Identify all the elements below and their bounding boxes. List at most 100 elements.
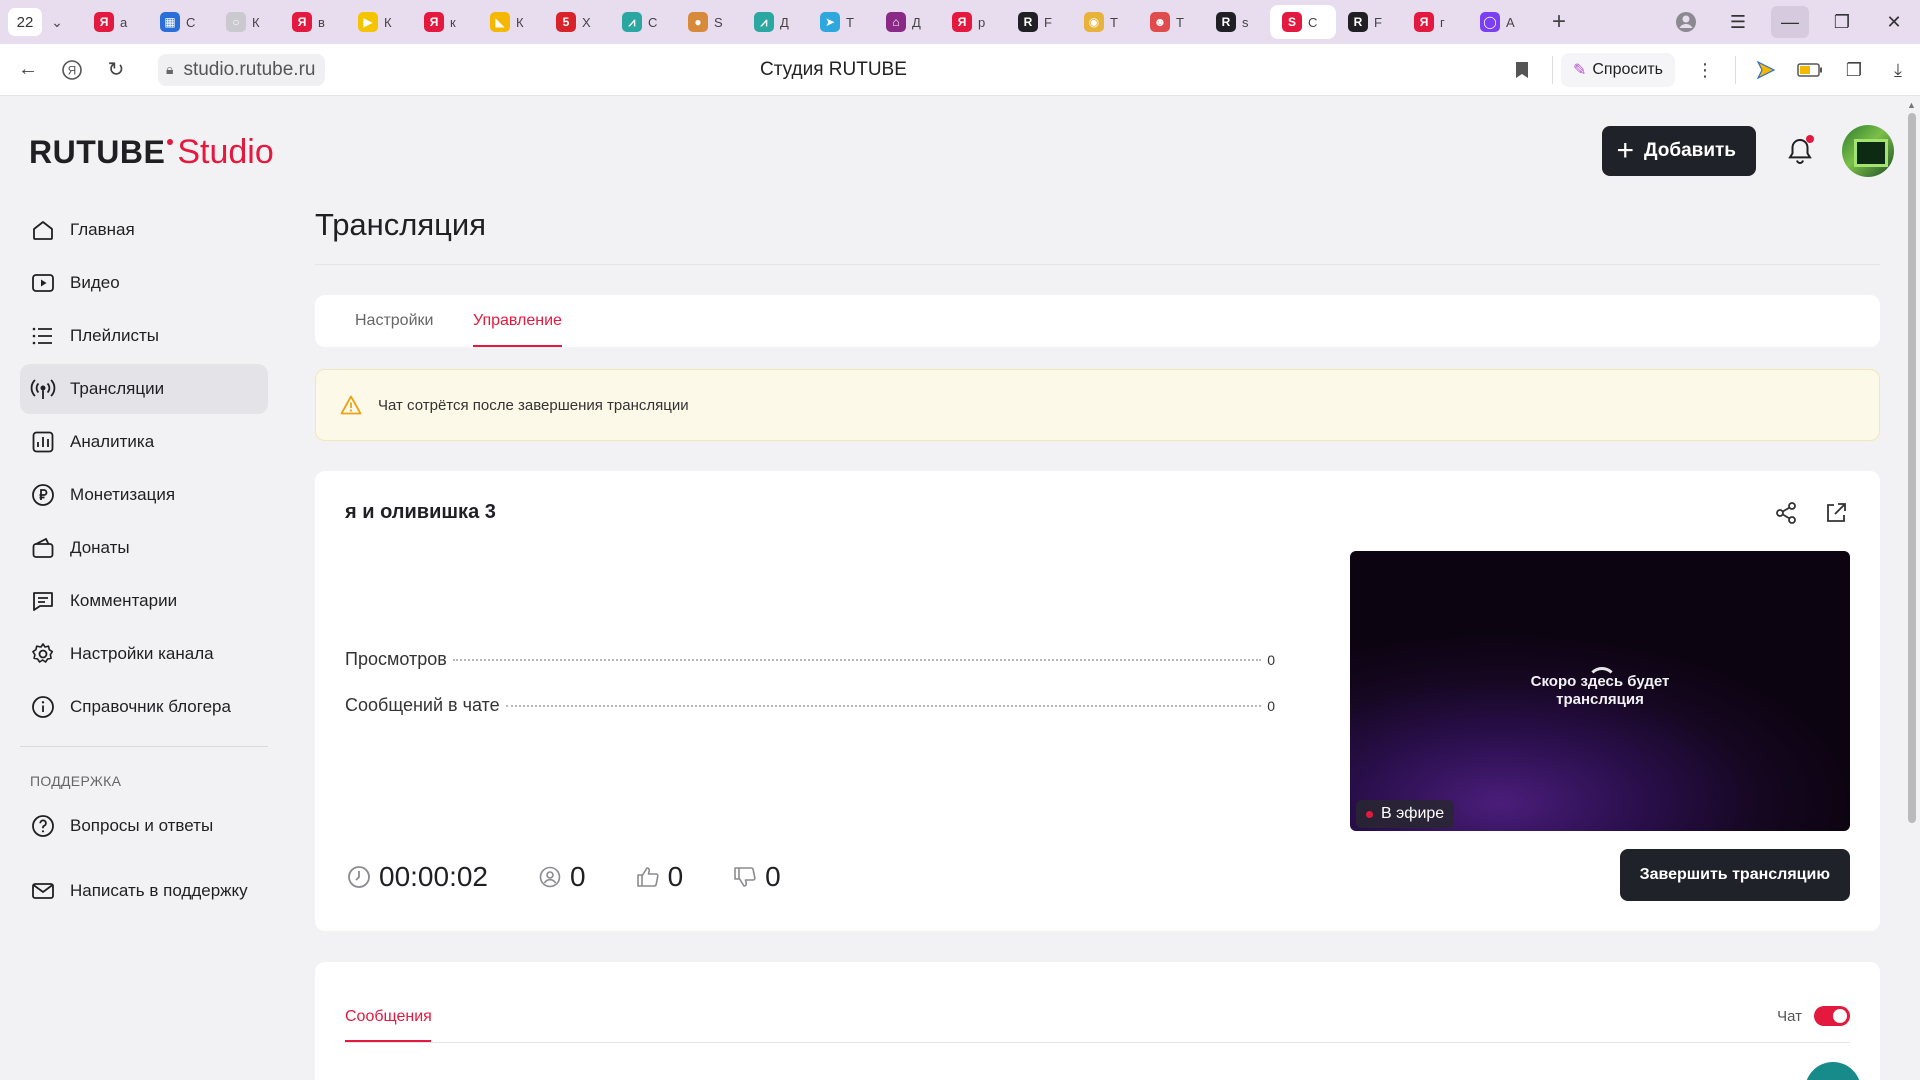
browser-tab[interactable]: ▦ С: [148, 5, 214, 39]
stream-card: я и оливишка 3 Просмотров 0 Сообщений в …: [315, 471, 1880, 931]
broadcast-icon: [30, 376, 56, 402]
sidebar-item-playlists[interactable]: Плейлисты: [20, 311, 268, 361]
browser-tabs: Яа ▦ С ○ К Яв ▶ К Як ◣ К 5 Х ⩘ С ● S ⩘ Д ➤ Т ⌂ Д Яр R F ◉ Т ☻ Т Rs S С R F…: [82, 5, 1534, 39]
tab-count-button[interactable]: 22: [8, 8, 42, 36]
browser-tab-title: S: [714, 14, 723, 30]
browser-tab[interactable]: ➤ Т: [808, 5, 874, 39]
collections-icon[interactable]: ❐: [1832, 48, 1876, 92]
scrollbar-thumb[interactable]: [1908, 113, 1916, 823]
sidebar-item-home[interactable]: Главная: [20, 205, 268, 255]
sidebar-item-blogger-guide[interactable]: Справочник блогера: [20, 682, 268, 732]
active-tab-underline: [345, 1040, 431, 1042]
duration-metric: 00:00:02: [347, 861, 488, 893]
sidebar-item-label: Написать в поддержку: [70, 881, 248, 900]
browser-tab[interactable]: ⌂ Д: [874, 5, 940, 39]
chevron-down-icon[interactable]: ⌄: [42, 8, 72, 36]
add-button-label: Добавить: [1643, 140, 1736, 161]
browser-tab[interactable]: ◉ Т: [1072, 5, 1138, 39]
send-icon[interactable]: [1744, 48, 1788, 92]
divider: [1735, 56, 1736, 84]
viewers-metric: 0: [538, 861, 586, 893]
stat-chat-messages: Сообщений в чате 0: [345, 695, 1275, 716]
stat-views: Просмотров 0: [345, 649, 1275, 670]
yandex-icon: Я: [952, 12, 972, 32]
yandex-home-icon[interactable]: Я: [50, 48, 94, 92]
back-icon[interactable]: ←: [6, 48, 50, 92]
sidebar-item-faq[interactable]: Вопросы и ответы: [20, 801, 268, 851]
new-tab-button[interactable]: +: [1542, 5, 1576, 39]
browser-tab[interactable]: 5Х: [544, 5, 610, 39]
grid-icon: ▦: [160, 12, 180, 32]
share-icon[interactable]: [1772, 499, 1800, 527]
house-icon: ⌂: [886, 12, 906, 32]
browser-tab-bar: 22 ⌄ Яа ▦ С ○ К Яв ▶ К Як ◣ К 5 Х ⩘ С ● S ⩘ Д ➤ Т ⌂ Д Яр R F ◉ Т ☻ Т R…: [0, 0, 1920, 44]
browser-tab[interactable]: ⩘ С: [610, 5, 676, 39]
mail-icon: [30, 878, 56, 904]
end-stream-button[interactable]: Завершить трансляцию: [1619, 849, 1850, 901]
browser-tab-title: F: [1374, 14, 1382, 30]
notifications-button[interactable]: [1780, 131, 1820, 171]
chat-toggle[interactable]: [1814, 1006, 1850, 1026]
open-external-icon[interactable]: [1822, 499, 1850, 527]
browser-tab[interactable]: Яг: [1402, 5, 1468, 39]
browser-tab[interactable]: ○ К: [214, 5, 280, 39]
profile-icon[interactable]: [1660, 0, 1712, 44]
browser-tab[interactable]: Як: [412, 5, 478, 39]
browser-tab[interactable]: Яв: [280, 5, 346, 39]
add-button[interactable]: + Добавить: [1602, 126, 1756, 176]
sidebar-item-label: Аналитика: [70, 432, 155, 451]
lock-icon: 🔒︎: [166, 61, 174, 77]
browser-tab[interactable]: ☻ Т: [1138, 5, 1204, 39]
play-icon: ▶: [358, 12, 378, 32]
page-scrollbar[interactable]: ▲: [1904, 97, 1920, 1080]
scroll-up-icon[interactable]: ▲: [1907, 100, 1916, 110]
rutube-studio-logo[interactable]: RUTUBE Studio: [29, 133, 274, 172]
browser-tab[interactable]: ⩘ Д: [742, 5, 808, 39]
browser-tab[interactable]: RF: [1336, 5, 1402, 39]
close-window-button[interactable]: ✕: [1868, 0, 1920, 44]
ask-button[interactable]: ✎ Спросить: [1560, 53, 1675, 87]
browser-tab-title: С: [186, 14, 196, 30]
battery-icon[interactable]: [1788, 48, 1832, 92]
sidebar-item-donations[interactable]: Донаты: [20, 523, 268, 573]
browser-tab-title: р: [978, 14, 986, 30]
browser-tab[interactable]: Яр: [940, 5, 1006, 39]
browser-tab[interactable]: ◣ К: [478, 5, 544, 39]
browser-tab[interactable]: Яа: [82, 5, 148, 39]
browser-tab[interactable]: ▶ К: [346, 5, 412, 39]
restore-button[interactable]: ❐: [1816, 0, 1868, 44]
browser-tab[interactable]: ◯ А: [1468, 5, 1534, 39]
stream-preview-player[interactable]: Скоро здесь будет трансляция В эфире: [1350, 551, 1850, 831]
reload-icon[interactable]: ↻: [94, 48, 138, 92]
more-icon[interactable]: ⋮: [1683, 48, 1727, 92]
sidebar-item-label: Справочник блогера: [70, 697, 231, 716]
bookmark-icon[interactable]: [1500, 48, 1544, 92]
wallet-icon: [30, 535, 56, 561]
sidebar-item-write-support[interactable]: Написать в поддержку: [20, 866, 268, 916]
sidebar-item-analytics[interactable]: Аналитика: [20, 417, 268, 467]
divider: [1551, 56, 1553, 84]
browser-tab[interactable]: ● S: [676, 5, 742, 39]
menu-icon[interactable]: ☰: [1712, 0, 1764, 44]
sidebar-item-channel-settings[interactable]: Настройки канала: [20, 629, 268, 679]
sidebar-item-comments[interactable]: Комментарии: [20, 576, 268, 626]
sidebar-item-video[interactable]: Видео: [20, 258, 268, 308]
sidebar-item-broadcasts[interactable]: Трансляции: [20, 364, 268, 414]
tab-management[interactable]: Управление: [473, 312, 562, 330]
ask-label: Спросить: [1592, 61, 1663, 78]
title-divider: [315, 264, 1880, 265]
minimize-button[interactable]: —: [1771, 6, 1809, 38]
browser-tab[interactable]: SС: [1270, 5, 1336, 39]
browser-tab[interactable]: Rs: [1204, 5, 1270, 39]
tab-messages[interactable]: Сообщения: [345, 1008, 432, 1026]
tab-settings[interactable]: Настройки: [355, 312, 433, 330]
browser-tab-title: С: [1308, 14, 1318, 30]
browser-tab[interactable]: RF: [1006, 5, 1072, 39]
url-field[interactable]: 🔒︎ studio.rutube.ru: [158, 53, 326, 86]
avatar[interactable]: [1842, 125, 1894, 177]
dislikes-value: 0: [765, 861, 781, 892]
sidebar-item-monetization[interactable]: Монетизация: [20, 470, 268, 520]
chart-icon: ⩘: [622, 12, 642, 32]
download-icon[interactable]: ⤓: [1876, 48, 1920, 92]
logo-dot: [167, 139, 174, 145]
